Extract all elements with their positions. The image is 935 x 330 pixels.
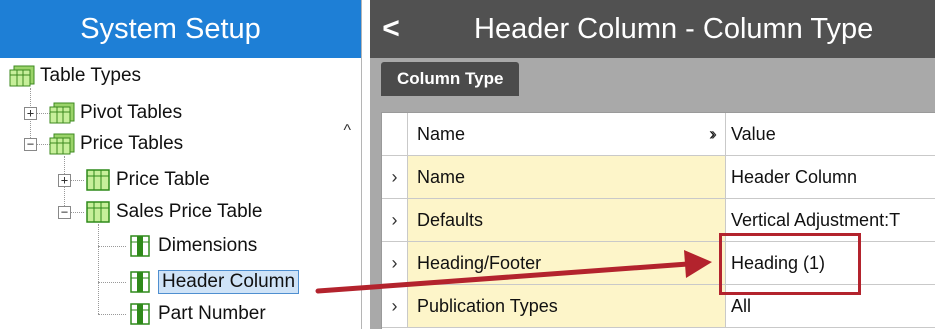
collapse-minus-icon[interactable]: − [58,206,71,219]
tree-label: Sales Price Table [116,201,263,222]
column-type-header: < Header Column - Column Type [370,0,935,58]
value-column-header[interactable]: Value [727,113,935,155]
tab-strip: Column Type [370,58,935,100]
property-name: Name [408,156,726,198]
tree-label: Table Types [40,65,142,86]
tree-line [98,246,126,247]
tree-item-price-table[interactable]: Price Table [84,164,210,196]
tree-item-part-number[interactable]: Part Number [126,298,266,330]
tab-column-type[interactable]: Column Type [381,62,520,96]
tree-label: Part Number [158,303,266,324]
page-title: Header Column - Column Type [474,12,874,45]
expand-plus-icon[interactable]: + [24,107,37,120]
tree-label: Pivot Tables [80,102,183,123]
tree-line [98,282,126,283]
tree-label: Price Tables [80,133,184,154]
scroll-up-icon[interactable]: ^ [343,122,351,140]
back-button[interactable]: < [370,0,412,58]
property-grid: Name › › Value › Name Header Column › De… [381,112,935,329]
property-name: Publication Types [408,285,726,327]
sort-arrow-icon[interactable]: › [702,113,726,155]
property-name: Defaults [408,199,726,241]
column-icon [130,271,150,293]
expand-plus-icon[interactable]: + [58,174,71,187]
tree-label: Dimensions [158,235,258,256]
name-column-header[interactable]: Name › [408,113,726,155]
name-header-label: Name [417,123,466,144]
expand-row-icon[interactable]: › [382,199,408,241]
table-group-icon [9,65,35,87]
column-icon [130,303,150,325]
property-name: Heading/Footer [408,242,726,284]
tree-label: Price Table [116,169,210,190]
expand-row-icon[interactable]: › [382,242,408,284]
tree-item-pivot-tables[interactable]: Pivot Tables [48,97,182,129]
grid-header-row: Name › › Value [382,113,935,156]
table-group-icon [49,102,75,124]
table-icon [86,201,110,223]
system-setup-panel: System Setup ^ Table Types + Pivot Table… [0,0,362,329]
row-gutter [382,113,408,155]
tree-line [98,224,99,314]
tree-label-selected: Header Column [158,270,300,294]
tree-item-table-types[interactable]: Table Types [8,60,141,92]
expand-row-icon[interactable]: › [382,285,408,327]
property-value[interactable]: Header Column [727,156,935,198]
column-icon [130,235,150,257]
table-types-tree: ^ Table Types + Pivot Tables − Price Tab… [0,58,361,329]
tree-item-dimensions[interactable]: Dimensions [126,230,257,262]
table-row[interactable]: › Name Header Column [382,156,935,199]
tree-item-sales-price-table[interactable]: Sales Price Table [84,196,262,228]
highlight-box [719,233,861,295]
table-icon [86,169,110,191]
table-group-icon [49,133,75,155]
tree-item-header-column[interactable]: Header Column [126,266,300,298]
expand-row-icon[interactable]: › [382,156,408,198]
tree-line [98,314,126,315]
collapse-minus-icon[interactable]: − [24,138,37,151]
system-setup-title: System Setup [0,0,361,58]
tree-item-price-tables[interactable]: Price Tables [48,128,183,160]
